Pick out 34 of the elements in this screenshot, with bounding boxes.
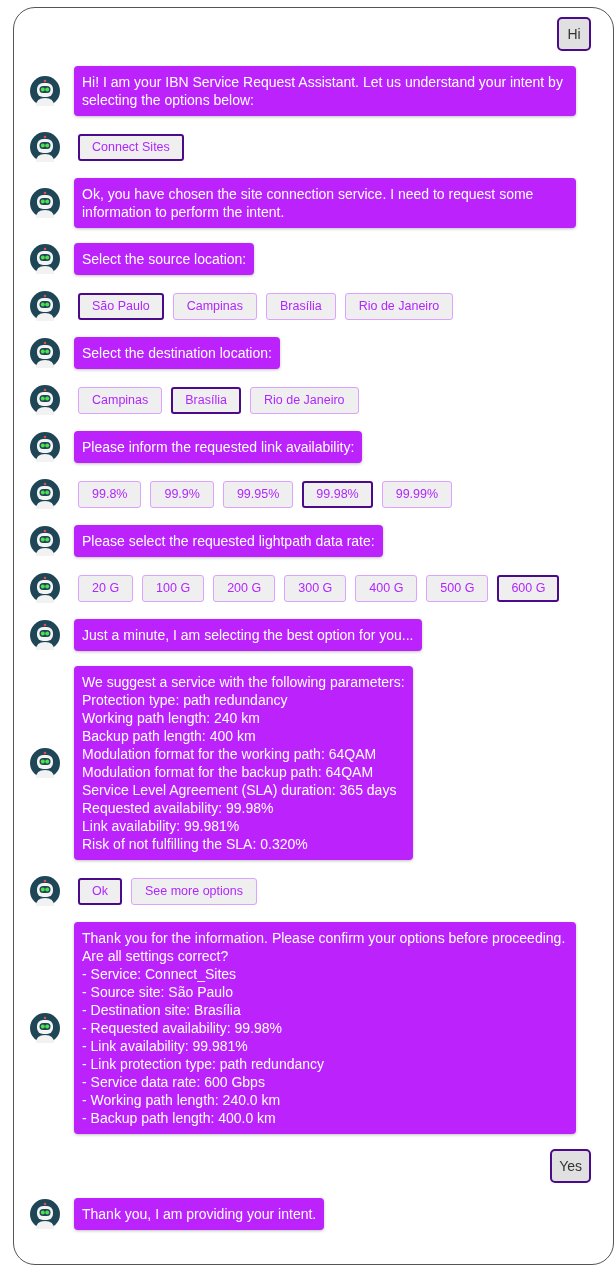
bot-message-bubble: Select the destination location: [74, 337, 280, 369]
bot-message-bubble: Hi! I am your IBN Service Request Assistant. Let us understand your intent by selecting the options below: [74, 66, 576, 116]
bot-message-bubble: Please inform the requested link availability: [74, 431, 363, 463]
option-button[interactable]: See more options [131, 877, 257, 905]
bot-message-bubble: Thank you for the information. Please confirm your options before proceeding. Are all settings correct? - Service: Connect_Sites - Source site: São Paulo - Destination site: Brasília - Requested availability: 99.98% - Link availability: 99.981% - Link protection type: path redundancy - Service data rate: 600 Gbps - Working path length: 240.0 km - Backup path length: 400.0 km [74, 922, 576, 1134]
bot-message-bubble: Ok, you have chosen the site connection service. I need to request some information to perform the intent. [74, 178, 576, 228]
option-button[interactable]: 300 G [284, 574, 347, 602]
option-button[interactable]: 99.98% [302, 480, 373, 508]
option-button[interactable]: São Paulo [78, 292, 164, 320]
bot-message-bubble: Please select the requested lightpath data rate: [74, 525, 383, 557]
option-button[interactable]: 99.8% [78, 480, 142, 508]
option-button[interactable]: Campinas [172, 292, 257, 320]
option-button[interactable]: 99.99% [381, 480, 453, 508]
option-button[interactable]: Brasília [265, 292, 336, 320]
bot-message-bubble: We suggest a service with the following parameters: Protection type: path redundancy Working path length: 240 km Backup path length: 400 km Modulation format for the working path: 64QAM Modulation format for the backup path: 64QAM Service Level Agreement (SLA) duration: 365 days Requested availability: 99.98% Link availability: 99.981% Risk of not fulfilling the SLA: 0.320% [74, 666, 413, 860]
option-button[interactable]: 500 G [426, 574, 489, 602]
option-button[interactable]: Ok [78, 877, 122, 905]
option-button[interactable]: 100 G [142, 574, 205, 602]
option-button[interactable]: 400 G [355, 574, 418, 602]
option-button[interactable]: Rio de Janeiro [344, 292, 454, 320]
option-button[interactable]: 99.9% [150, 480, 214, 508]
option-button[interactable]: Rio de Janeiro [249, 386, 359, 414]
option-button[interactable]: Campinas [78, 386, 163, 414]
option-button[interactable]: 20 G [78, 574, 134, 602]
option-button[interactable]: 600 G [497, 574, 560, 602]
option-button[interactable]: 99.95% [222, 480, 294, 508]
user-reply-button[interactable]: Hi [557, 17, 591, 51]
option-button[interactable]: Connect Sites [78, 133, 184, 161]
option-button[interactable]: Brasília [171, 386, 241, 414]
option-button[interactable]: 200 G [213, 574, 276, 602]
bot-message-bubble: Select the source location: [74, 243, 255, 275]
user-reply-button[interactable]: Yes [550, 1149, 591, 1183]
bot-message-bubble: Just a minute, I am selecting the best option for you... [74, 619, 422, 651]
bot-message-bubble: Thank you, I am providing your intent. [74, 1198, 325, 1230]
